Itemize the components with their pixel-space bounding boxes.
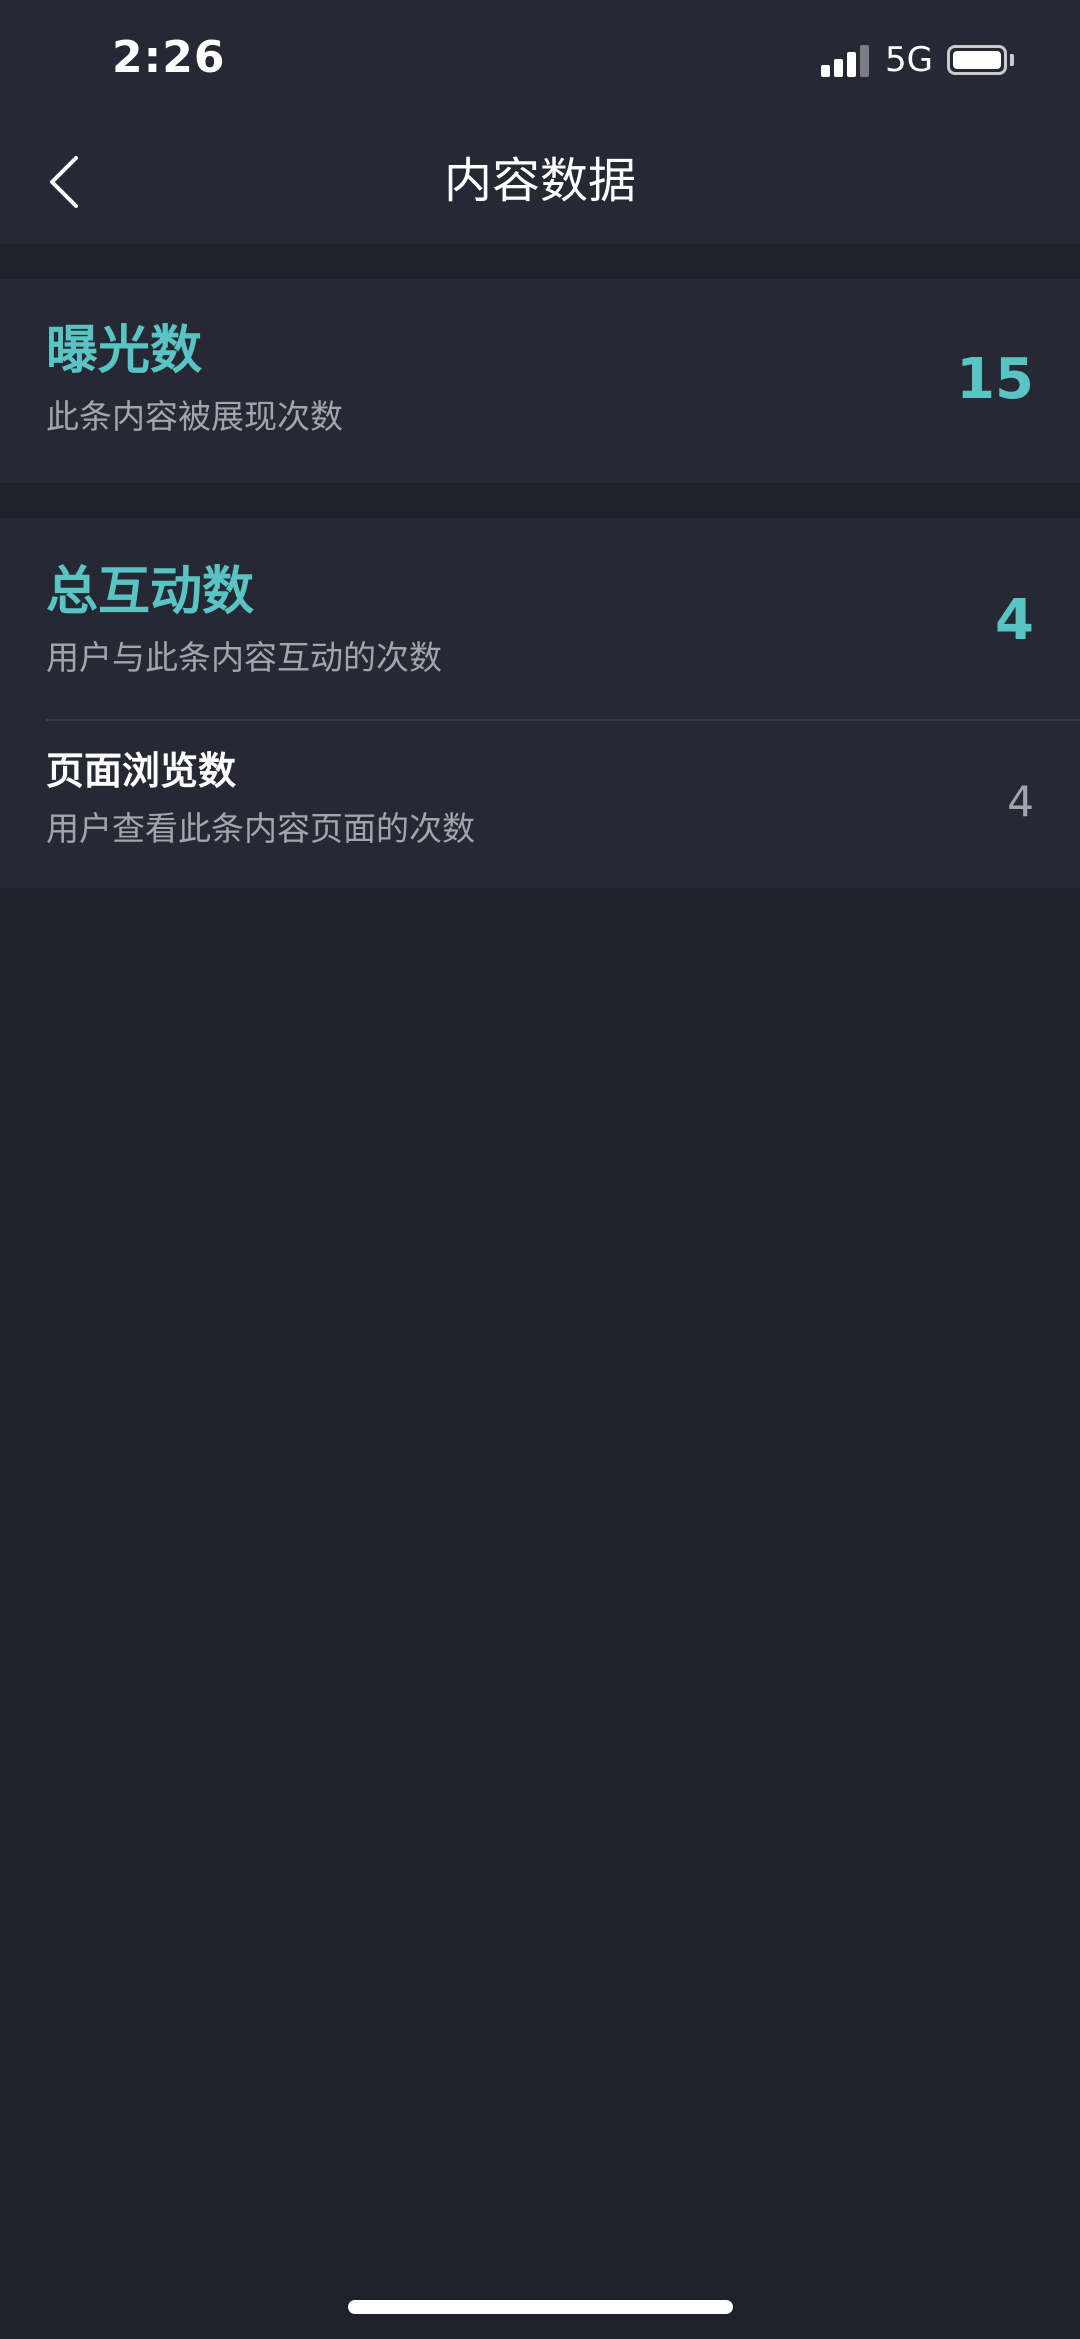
status-time: 2:26: [112, 32, 226, 83]
exposure-title: 曝光数: [46, 321, 203, 381]
interaction-card: 总互动数 用户与此条内容互动的次数 4 页面浏览数 用户查看此条内容页面的次数 …: [0, 518, 1080, 888]
network-type: 5G: [885, 40, 933, 80]
exposure-value: 15: [956, 347, 1034, 412]
exposure-card: 曝光数 此条内容被展现次数 15: [0, 279, 1080, 483]
battery-tip: [1010, 54, 1014, 66]
page-views-value: 4: [1007, 777, 1034, 826]
interaction-description: 用户与此条内容互动的次数: [46, 638, 442, 677]
home-indicator[interactable]: [348, 2300, 733, 2314]
navigation-bar: 内容数据: [0, 126, 1080, 244]
cellular-signal-icon: [821, 43, 871, 77]
interaction-value: 4: [995, 588, 1034, 653]
exposure-description: 此条内容被展现次数: [46, 397, 343, 436]
status-indicators: 5G: [821, 40, 1014, 80]
divider: [46, 719, 1080, 721]
page-title: 内容数据: [443, 153, 636, 209]
page-views-title: 页面浏览数: [46, 749, 237, 793]
page-views-description: 用户查看此条内容页面的次数: [46, 809, 475, 848]
battery-icon: [947, 45, 1007, 75]
battery-fill: [953, 51, 1001, 69]
interaction-title: 总互动数: [46, 562, 255, 622]
header-area: 2:26 5G 内容数据: [0, 0, 1080, 244]
